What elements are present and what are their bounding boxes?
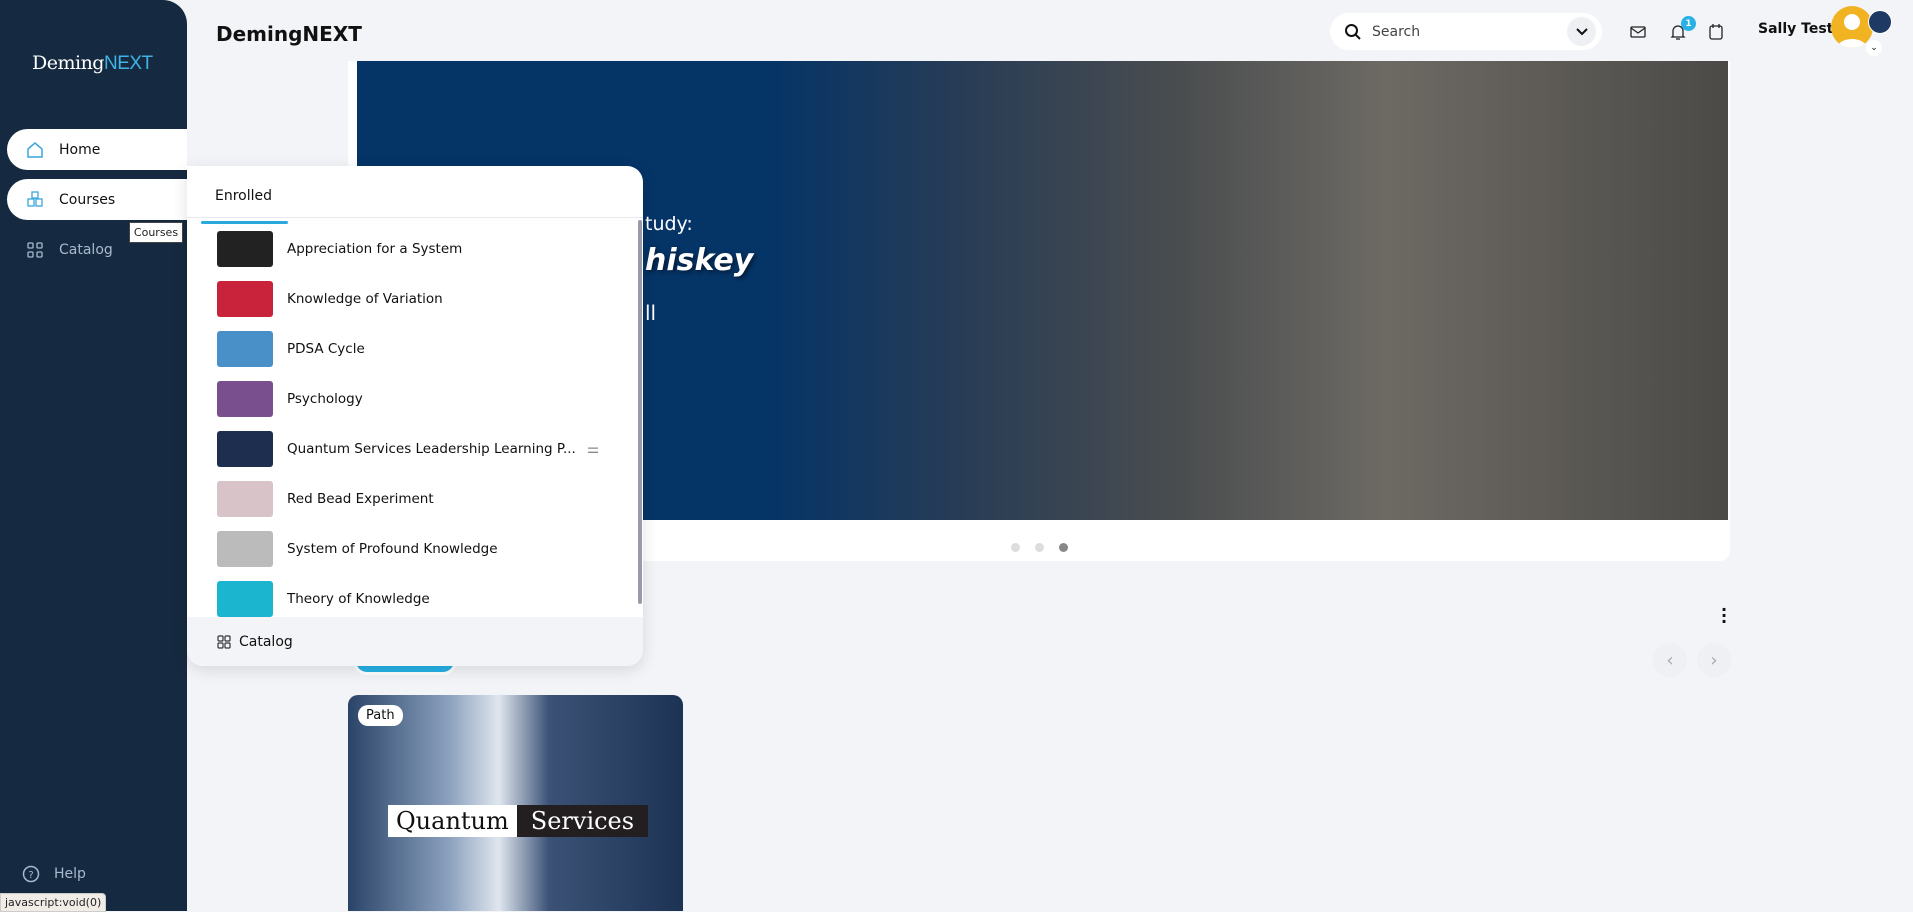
notification-badge: 1 <box>1681 16 1696 31</box>
course-list-item[interactable]: Appreciation for a System <box>217 229 617 269</box>
catalog-label: Catalog <box>239 633 293 650</box>
sidebar-item-courses[interactable]: Courses <box>7 179 187 220</box>
home-icon <box>27 141 43 158</box>
course-list-item[interactable]: Knowledge of Variation <box>217 279 617 319</box>
carousel-dot-3-active[interactable] <box>1059 543 1068 552</box>
mail-icon[interactable] <box>1628 22 1648 42</box>
course-thumbnail <box>217 481 273 517</box>
course-title: Appreciation for a System <box>287 241 463 257</box>
tooltip: Courses <box>129 222 183 243</box>
course-title: PDSA Cycle <box>287 341 365 357</box>
next-arrow-button[interactable]: › <box>1697 643 1731 677</box>
page-title: DemingNEXT <box>216 22 362 46</box>
grid-icon <box>217 634 231 649</box>
course-list-item[interactable]: Red Bead Experiment <box>217 479 617 519</box>
help-label: Help <box>54 866 86 882</box>
card-logo: Quantum Services <box>388 805 649 837</box>
status-bar-url: javascript:void(0) <box>0 893 107 912</box>
course-title: Theory of Knowledge <box>287 591 430 607</box>
grid-icon <box>27 241 43 258</box>
scrollbar[interactable] <box>638 220 642 604</box>
svg-text:?: ? <box>28 870 33 881</box>
course-thumbnail <box>217 231 273 267</box>
course-title: Quantum Services Leadership Learning P..… <box>287 441 576 457</box>
more-options-icon[interactable]: · · · <box>1721 602 1727 630</box>
sidebar-item-label: Courses <box>59 191 116 208</box>
course-list-item[interactable]: Theory of Knowledge <box>217 579 617 619</box>
user-menu-chevron-icon[interactable]: ⌄ <box>1866 40 1882 56</box>
sidebar-item-home[interactable]: Home <box>7 129 187 170</box>
help-icon: ? <box>22 865 40 883</box>
user-name[interactable]: Sally Test <box>1758 21 1833 37</box>
prev-arrow-button[interactable]: ‹ <box>1653 643 1687 677</box>
carousel-dot-2[interactable] <box>1035 543 1044 552</box>
course-title: System of Profound Knowledge <box>287 541 498 557</box>
course-title: Red Bead Experiment <box>287 491 434 507</box>
catalog-link[interactable]: Catalog <box>187 617 643 666</box>
sidebar-item-label: Home <box>59 141 101 158</box>
course-thumbnail <box>217 331 273 367</box>
course-thumbnail <box>217 381 273 417</box>
search-placeholder: Search <box>1372 23 1421 40</box>
card-title-2: Services <box>516 805 649 837</box>
divider <box>187 217 643 218</box>
sidebar: DemingNEXT Home Courses Catalog ? Help <box>0 0 187 911</box>
path-icon: ⚌ <box>587 441 600 457</box>
search-icon <box>1345 23 1361 40</box>
course-thumbnail <box>217 531 273 567</box>
course-thumbnail <box>217 431 273 467</box>
logo[interactable]: DemingNEXT <box>32 52 153 75</box>
carousel-dot-1[interactable] <box>1011 543 1020 552</box>
search-dropdown-button[interactable] <box>1567 17 1596 46</box>
hero-subtitle: tudy: <box>645 213 693 235</box>
hero-title: hiskey <box>645 243 754 278</box>
tab-indicator <box>201 221 288 224</box>
course-title: Knowledge of Variation <box>287 291 443 307</box>
avatar[interactable] <box>1831 6 1873 48</box>
card-badge: Path <box>358 705 403 726</box>
user-silhouette-icon <box>1837 14 1867 48</box>
calendar-icon[interactable] <box>1706 22 1726 42</box>
course-thumbnail <box>217 281 273 317</box>
chevron-down-icon <box>1575 27 1588 35</box>
course-list-item[interactable]: Psychology <box>217 379 617 419</box>
logo-text-2: NEXT <box>103 53 153 74</box>
tab-enrolled[interactable]: Enrolled <box>215 188 272 204</box>
course-title: Psychology <box>287 391 363 407</box>
course-thumbnail <box>217 581 273 617</box>
hero-text: ll <box>645 301 657 325</box>
course-card[interactable]: Path Quantum Services <box>348 695 683 911</box>
course-list-item[interactable]: Quantum Services Leadership Learning P..… <box>217 429 617 469</box>
courses-popup: Enrolled Appreciation for a System Knowle… <box>187 166 643 666</box>
cubes-icon <box>27 190 43 207</box>
logo-text-1: Deming <box>32 52 104 74</box>
organization-logo <box>1868 10 1892 34</box>
sidebar-item-label: Catalog <box>59 241 113 258</box>
course-list-item[interactable]: PDSA Cycle <box>217 329 617 369</box>
help-link[interactable]: ? Help <box>22 865 86 883</box>
card-title-1: Quantum <box>388 805 517 837</box>
search-input[interactable]: Search <box>1330 13 1602 50</box>
course-list-item[interactable]: System of Profound Knowledge <box>217 529 617 569</box>
